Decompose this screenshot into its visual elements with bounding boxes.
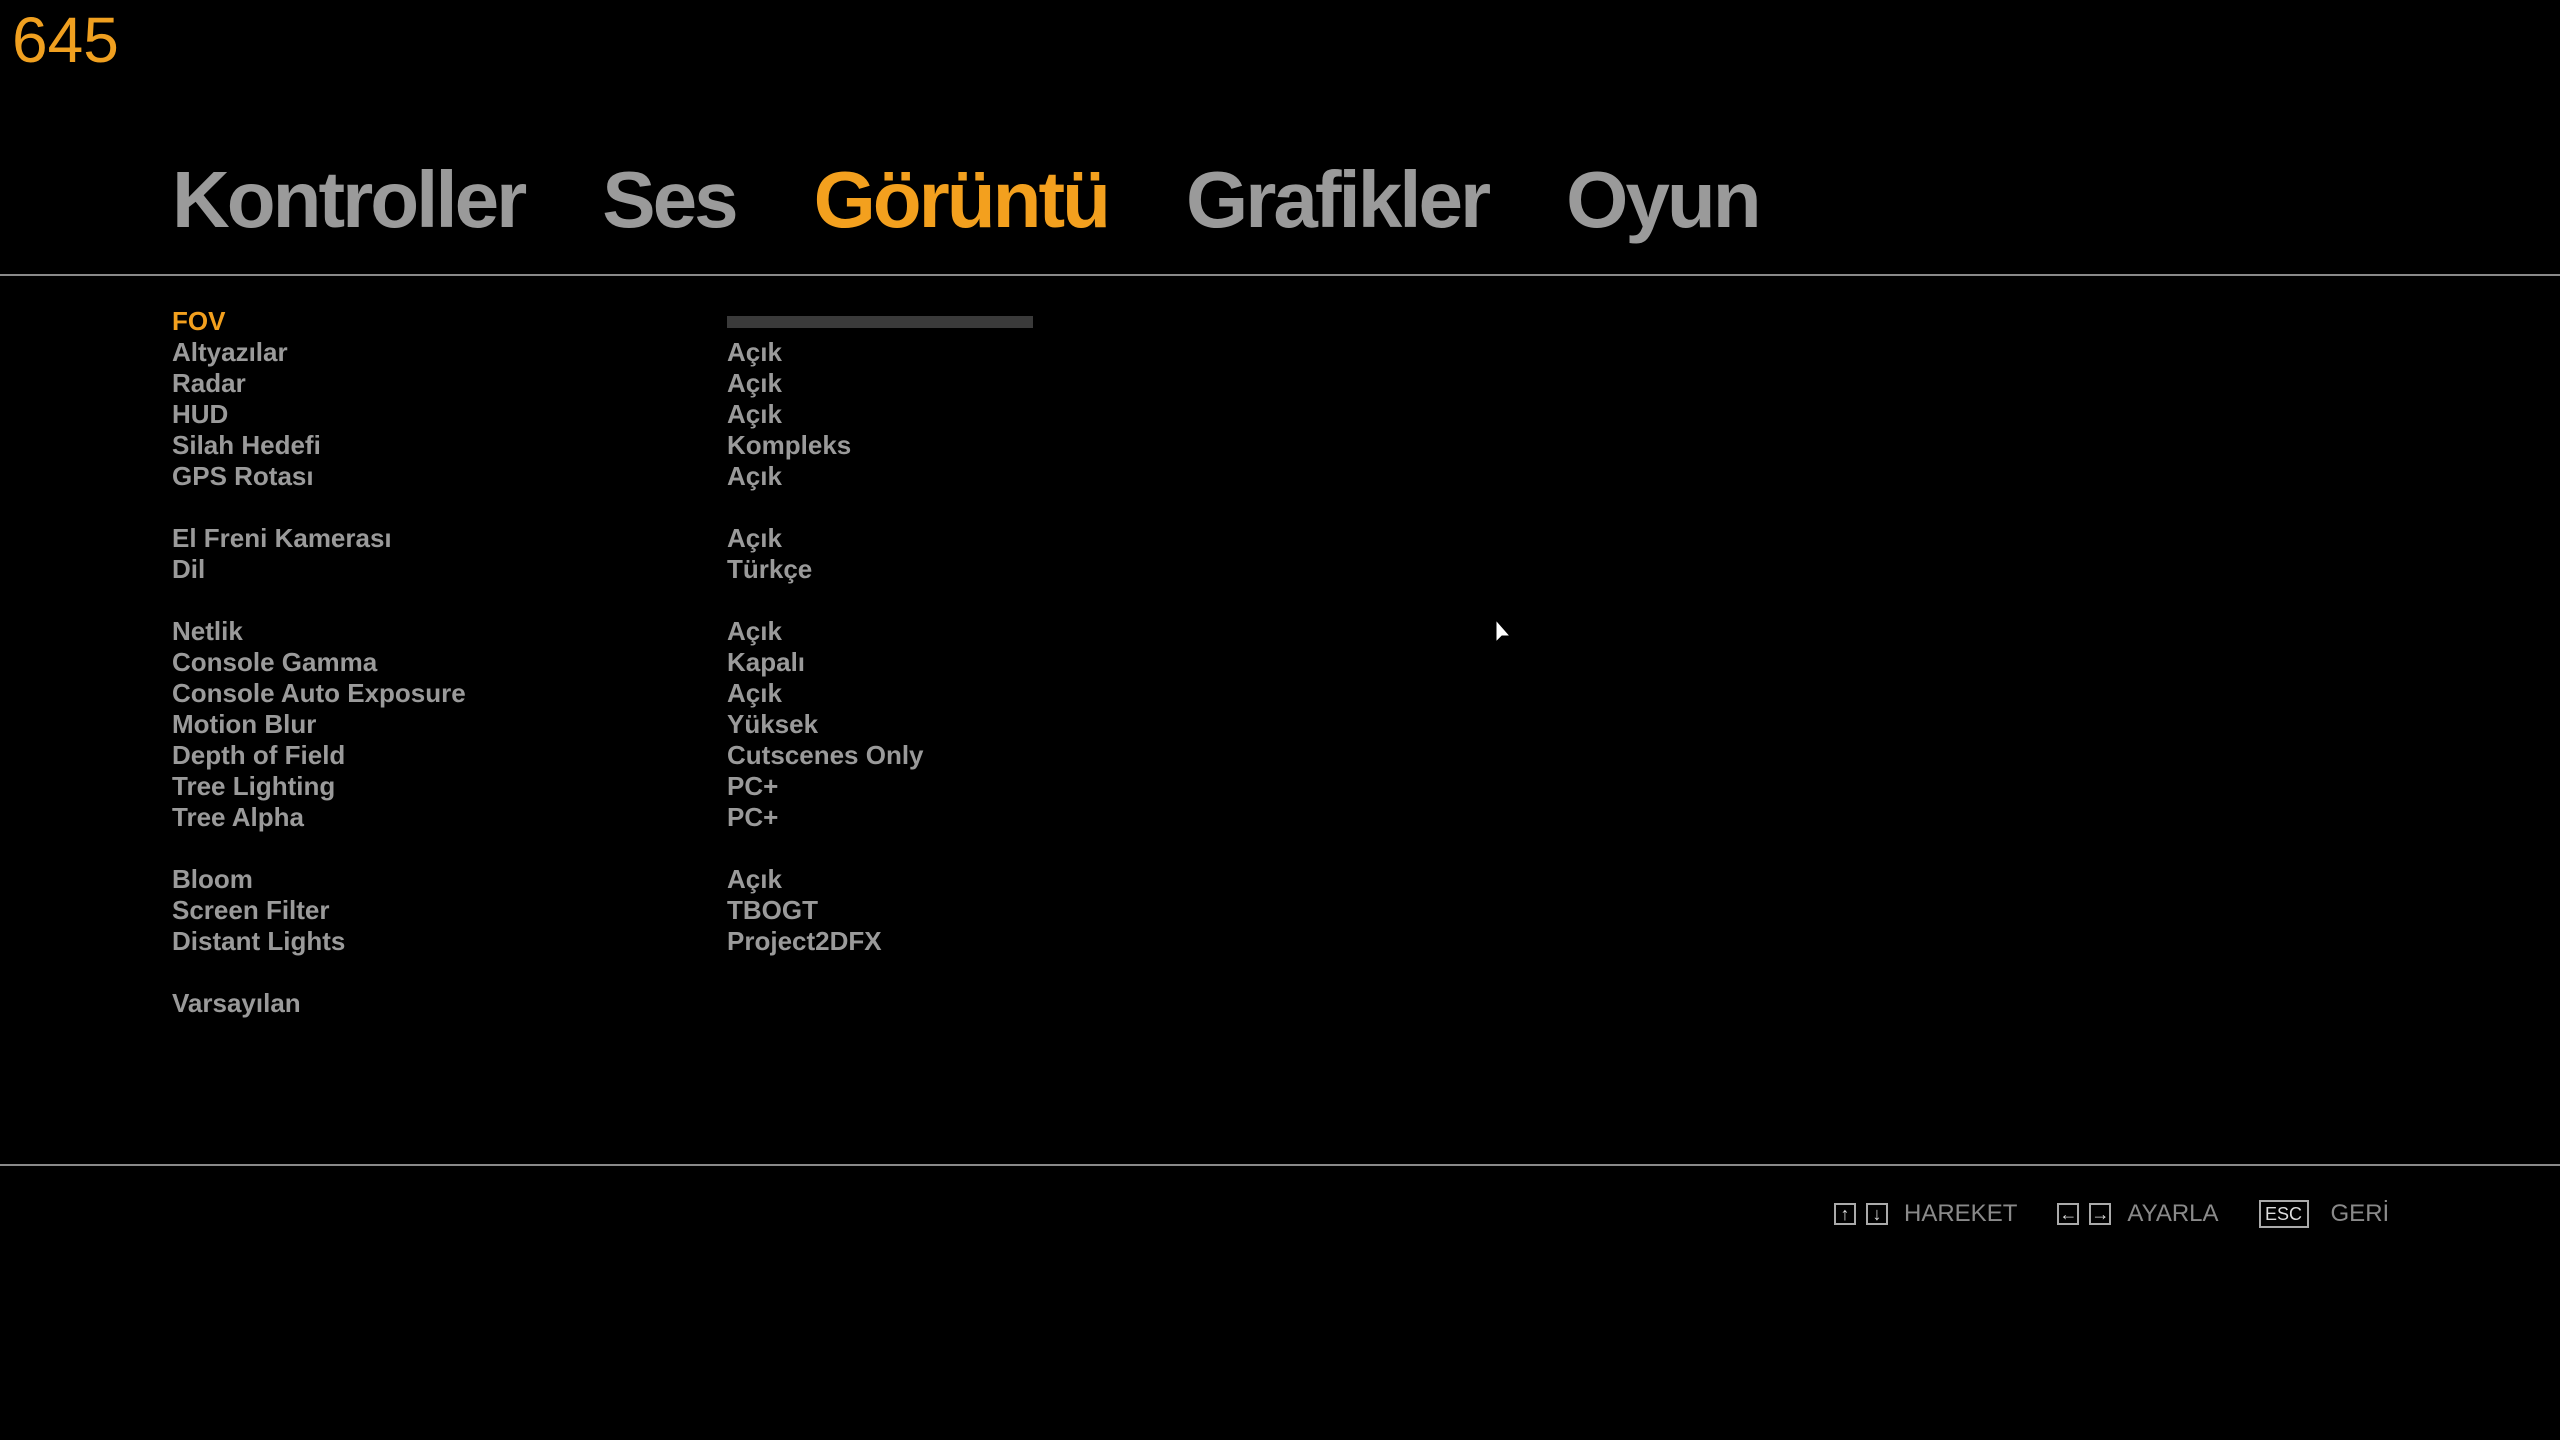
setting-label: Distant Lights	[172, 926, 346, 956]
setting-value: Açık	[727, 461, 782, 491]
setting-label: Console Gamma	[172, 647, 378, 677]
tab-goruntu[interactable]: Görüntü	[814, 160, 1111, 240]
tab-ses[interactable]: Ses	[602, 160, 738, 240]
tab-kontroller[interactable]: Kontroller	[172, 160, 527, 240]
setting-label: GPS Rotası	[172, 461, 314, 491]
tab-grafikler[interactable]: Grafikler	[1186, 160, 1491, 240]
setting-label: Motion Blur	[172, 709, 317, 739]
setting-gps-route[interactable]: GPS Rotası Açık	[172, 461, 1072, 492]
bottom-divider	[0, 1164, 2560, 1166]
setting-value: Açık	[727, 368, 782, 398]
setting-value: Açık	[727, 337, 782, 367]
setting-value: Türkçe	[727, 554, 813, 584]
fov-slider[interactable]	[727, 316, 1033, 328]
setting-label: FOV	[172, 306, 226, 336]
menu-tabs: Kontroller Ses Görüntü Grafikler Oyun	[172, 160, 1762, 240]
setting-bloom[interactable]: Bloom Açık	[172, 864, 1072, 895]
setting-label: Tree Alpha	[172, 802, 304, 832]
setting-label: El Freni Kamerası	[172, 523, 392, 553]
setting-label: Dil	[172, 554, 206, 584]
esc-key[interactable]: ESC	[2258, 1200, 2309, 1228]
setting-label: Bloom	[172, 864, 253, 894]
setting-value: Açık	[727, 399, 782, 429]
setting-value: Açık	[727, 523, 782, 553]
setting-value: Kapalı	[727, 647, 806, 677]
setting-value: Yüksek	[727, 709, 819, 739]
setting-value: PC+	[727, 771, 779, 801]
settings-list: FOV Altyazılar Açık Radar Açık HUD Açık …	[172, 306, 1072, 1019]
hint-move-label: HAREKET	[1904, 1200, 2018, 1227]
setting-subtitles[interactable]: Altyazılar Açık	[172, 337, 1072, 368]
setting-value: Açık	[727, 678, 782, 708]
setting-distant-lights[interactable]: Distant Lights Project2DFX	[172, 926, 1072, 957]
setting-radar[interactable]: Radar Açık	[172, 368, 1072, 399]
setting-hud[interactable]: HUD Açık	[172, 399, 1072, 430]
setting-language[interactable]: Dil Türkçe	[172, 554, 1072, 585]
arrow-right-key-icon: →	[2089, 1203, 2112, 1225]
setting-value: PC+	[727, 802, 779, 832]
setting-value: Cutscenes Only	[727, 740, 924, 770]
hint-back-label: GERİ	[2330, 1200, 2390, 1227]
setting-console-auto-exposure[interactable]: Console Auto Exposure Açık	[172, 678, 1072, 709]
setting-value: Açık	[727, 864, 782, 894]
hint-adjust-label: AYARLA	[2127, 1200, 2219, 1227]
arrow-down-key-icon: ↓	[1866, 1203, 1888, 1225]
setting-label: Netlik	[172, 616, 243, 646]
setting-value: Açık	[727, 616, 782, 646]
setting-label: Console Auto Exposure	[172, 678, 466, 708]
setting-sharpness[interactable]: Netlik Açık	[172, 616, 1072, 647]
setting-handbrake-camera[interactable]: El Freni Kamerası Açık	[172, 523, 1072, 554]
setting-tree-lighting[interactable]: Tree Lighting PC+	[172, 771, 1072, 802]
setting-value: Project2DFX	[727, 926, 882, 956]
setting-motion-blur[interactable]: Motion Blur Yüksek	[172, 709, 1072, 740]
setting-label: Silah Hedefi	[172, 430, 321, 460]
setting-label: Screen Filter	[172, 895, 330, 925]
defaults-button[interactable]: Varsayılan	[172, 988, 301, 1019]
top-divider	[0, 274, 2560, 276]
setting-console-gamma[interactable]: Console Gamma Kapalı	[172, 647, 1072, 678]
setting-depth-of-field[interactable]: Depth of Field Cutscenes Only	[172, 740, 1072, 771]
setting-value: TBOGT	[727, 895, 818, 925]
arrow-up-key-icon: ↑	[1834, 1203, 1856, 1225]
tab-oyun[interactable]: Oyun	[1566, 160, 1761, 240]
setting-label: Depth of Field	[172, 740, 346, 770]
arrow-left-key-icon: ←	[2057, 1203, 2080, 1225]
setting-tree-alpha[interactable]: Tree Alpha PC+	[172, 802, 1072, 833]
setting-defaults[interactable]: Varsayılan	[172, 988, 1072, 1019]
setting-fov[interactable]: FOV	[172, 306, 1072, 337]
controls-hints: ↑ ↓ HAREKET ← → AYARLA ESC GERİ	[1834, 1200, 2389, 1228]
setting-label: HUD	[172, 399, 229, 429]
setting-label: Altyazılar	[172, 337, 288, 367]
setting-screen-filter[interactable]: Screen Filter TBOGT	[172, 895, 1072, 926]
setting-label: Radar	[172, 368, 246, 398]
mouse-cursor-icon	[1495, 618, 1512, 644]
setting-value: Kompleks	[727, 430, 852, 460]
setting-label: Tree Lighting	[172, 771, 336, 801]
fps-counter: 645	[12, 4, 119, 76]
setting-weapon-target[interactable]: Silah Hedefi Kompleks	[172, 430, 1072, 461]
